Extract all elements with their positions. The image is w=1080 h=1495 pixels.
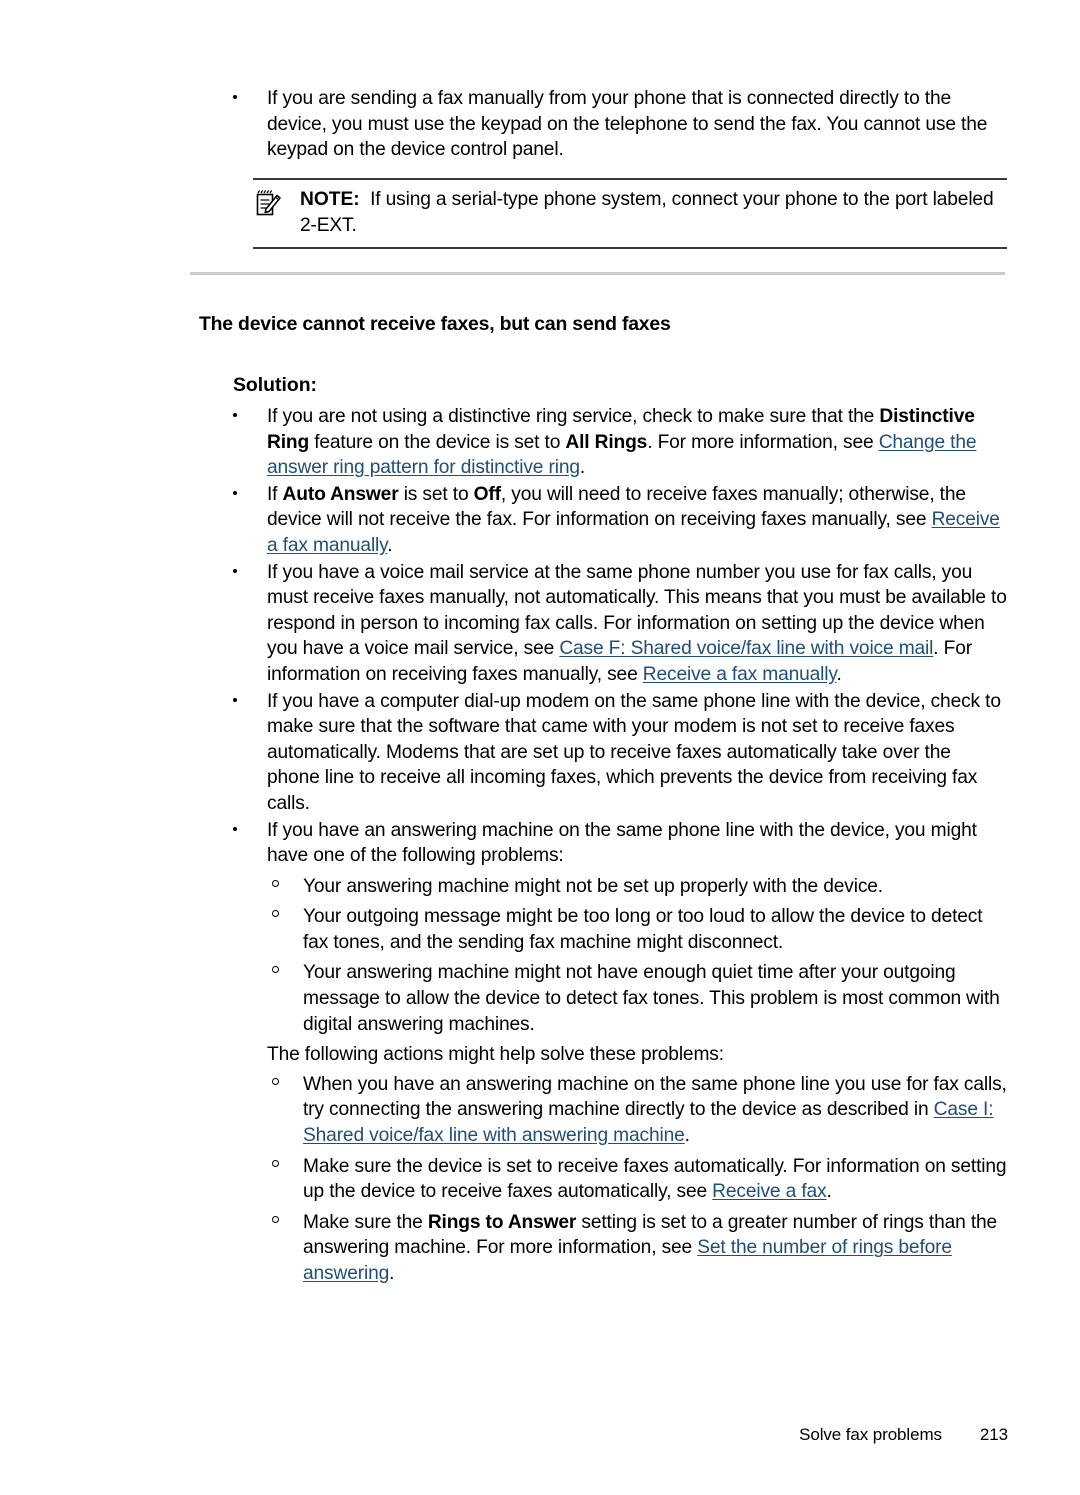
problem-2-text: Your outgoing message might be too long …	[303, 906, 983, 953]
solution-label: Solution:	[233, 374, 318, 396]
intro-bullet-text: If you are sending a fax manually from y…	[267, 88, 988, 161]
action-1-part-1: When you have an answering machine on th…	[303, 1073, 1007, 1121]
sub-bullet-marker	[272, 1154, 279, 1180]
list-item: Your answering machine might not be set …	[190, 874, 1008, 900]
bullet-1-part-3: . For more information, see	[647, 431, 879, 453]
solution-block: Solution: If you are not using a distinc…	[190, 372, 1008, 1292]
bullet-5-text: If you have an answering machine on the …	[267, 819, 977, 867]
bullet-1-bold-2: All Rings	[565, 431, 648, 453]
actions-intro-text: The following actions might help solve t…	[267, 1044, 724, 1066]
section-divider	[190, 272, 1005, 275]
link-receive-a-fax-manually-2[interactable]: Receive a fax manually	[643, 664, 837, 685]
sub-bullet-marker	[272, 1210, 279, 1236]
link-case-f-shared-voice-fax-line-with-voice-mail[interactable]: Case F: Shared voice/fax line with voice…	[559, 638, 933, 659]
action-1-part-2: .	[684, 1125, 690, 1147]
sub-bullet-marker	[272, 874, 279, 900]
bullet-marker	[233, 560, 247, 586]
note-pencil-icon	[253, 189, 283, 219]
bullet-marker	[233, 818, 247, 844]
bullet-marker	[233, 404, 247, 430]
page-title: The device cannot receive faxes, but can…	[199, 313, 671, 335]
list-item: If you have an answering machine on the …	[190, 818, 1008, 869]
action-2-part-2: .	[826, 1181, 832, 1203]
bullet-marker	[233, 689, 247, 715]
bullet-2-part-4: .	[387, 534, 393, 556]
action-3-part-1: Make sure the	[303, 1211, 428, 1233]
bullet-2-bold-1: Auto Answer	[282, 483, 399, 505]
list-item: Make sure the device is set to receive f…	[190, 1154, 1008, 1205]
list-item: If you are not using a distinctive ring …	[190, 404, 1008, 481]
footer-section-title: Solve fax problems	[799, 1425, 942, 1444]
footer-page-number: 213	[979, 1425, 1008, 1444]
link-receive-a-fax[interactable]: Receive a fax	[712, 1181, 826, 1202]
note-label: NOTE:	[300, 189, 360, 210]
list-item: If you have a computer dial-up modem on …	[190, 689, 1008, 817]
document-page: If you are sending a fax manually from y…	[0, 0, 1080, 1495]
note-admonition: NOTE: If using a serial-type phone syste…	[253, 178, 1007, 249]
bullet-3-part-3: .	[836, 663, 842, 685]
sub-bullet-marker	[272, 1072, 279, 1098]
bullet-marker	[233, 86, 247, 112]
bullet-4-text: If you have a computer dial-up modem on …	[267, 690, 1001, 814]
bullet-1-part-1: If you are not using a distinctive ring …	[267, 406, 880, 427]
list-item: Make sure the Rings to Answer setting is…	[190, 1210, 1008, 1287]
sub-bullet-marker	[272, 960, 279, 986]
problem-3-text: Your answering machine might not have en…	[303, 962, 1000, 1035]
bullet-2-part-2: is set to	[398, 483, 474, 505]
problem-1-text: Your answering machine might not be set …	[303, 875, 883, 897]
action-3-part-3: .	[389, 1263, 395, 1284]
list-item: Your outgoing message might be too long …	[190, 904, 1008, 955]
bullet-1-part-2: feature on the device is set to	[309, 431, 566, 453]
bullet-1-part-4: .	[579, 457, 586, 479]
bullet-marker	[233, 482, 247, 508]
note-body: NOTE: If using a serial-type phone syste…	[253, 180, 1007, 239]
sub-bullet-marker	[272, 904, 279, 930]
intro-block: If you are sending a fax manually from y…	[190, 86, 1008, 164]
note-bottom-rule	[253, 247, 1007, 249]
list-item: Your answering machine might not have en…	[190, 960, 1008, 1037]
list-item: If Auto Answer is set to Off, you will n…	[190, 482, 1008, 559]
page-footer: Solve fax problems 213	[0, 1425, 1080, 1445]
bullet-2-bold-2: Off	[473, 483, 501, 505]
action-2-part-1: Make sure the device is set to receive f…	[303, 1155, 1007, 1203]
list-item: When you have an answering machine on th…	[190, 1072, 1008, 1149]
note-text: If using a serial-type phone system, con…	[300, 189, 994, 236]
bullet-2-part-1: If	[267, 483, 283, 505]
list-item: If you have a voice mail service at the …	[190, 560, 1008, 688]
action-3-bold-1: Rings to Answer	[427, 1211, 577, 1233]
list-item: If you are sending a fax manually from y…	[190, 86, 1008, 163]
